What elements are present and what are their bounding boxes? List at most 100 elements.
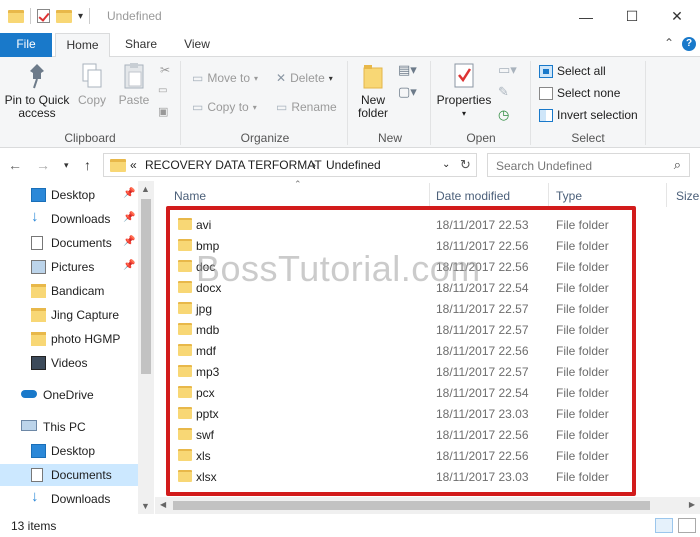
move-to-label: Move to xyxy=(207,71,251,85)
collapse-ribbon-icon[interactable]: ⌃ xyxy=(664,36,674,50)
delete-label: Delete xyxy=(290,71,325,85)
paste-shortcut-icon[interactable]: ▣ xyxy=(158,105,168,118)
scrollbar-thumb[interactable] xyxy=(141,199,151,374)
nav-item-documents-pc[interactable]: Documents xyxy=(0,464,140,486)
history-icon[interactable]: ◷ xyxy=(498,107,509,123)
nav-item-documents-quick[interactable]: Documents 📌 xyxy=(0,232,140,254)
column-size[interactable]: Size xyxy=(676,189,699,203)
cut-icon[interactable]: ✂ xyxy=(160,63,170,77)
back-icon[interactable]: ← xyxy=(8,157,22,173)
rename-button[interactable]: ▭ Rename xyxy=(276,100,337,114)
customize-toolbar-icon[interactable]: ▾ xyxy=(78,11,83,22)
close-button[interactable]: ✕ xyxy=(654,0,700,33)
column-type[interactable]: Type xyxy=(556,189,582,203)
delete-button[interactable]: ✕ Delete ▾ xyxy=(276,71,333,85)
nav-scrollbar[interactable]: ▲ ▼ xyxy=(138,181,154,516)
open-icon[interactable]: ▭▾ xyxy=(498,62,517,78)
scroll-right-icon[interactable]: ▶ xyxy=(689,500,695,509)
folder-icon xyxy=(31,284,46,298)
copy-to-button[interactable]: ▭ Copy to ▾ xyxy=(192,100,257,114)
group-label-new: New xyxy=(377,131,402,145)
title-bar: ▾ Undefined — ☐ ✕ xyxy=(0,0,700,33)
pictures-icon xyxy=(31,260,46,274)
edit-icon[interactable]: ✎ xyxy=(498,84,509,100)
forward-icon[interactable]: → xyxy=(36,157,50,173)
select-all-label: Select all xyxy=(557,64,606,78)
nav-item-downloads-quick[interactable]: ↓ Downloads 📌 xyxy=(0,208,140,230)
search-placeholder: Search Undefined xyxy=(496,159,593,173)
move-to-icon: ▭ xyxy=(192,71,204,85)
nav-item-videos[interactable]: Videos xyxy=(0,352,140,374)
select-all-button[interactable]: Select all xyxy=(539,64,606,78)
nav-item-jing-capture[interactable]: Jing Capture xyxy=(0,304,140,326)
group-label-clipboard: Clipboard xyxy=(64,131,116,145)
nav-label: OneDrive xyxy=(43,388,94,402)
recent-locations-icon[interactable]: ▾ xyxy=(64,160,69,171)
nav-item-onedrive[interactable]: OneDrive xyxy=(0,384,140,406)
nav-label: Documents xyxy=(51,236,112,250)
chevron-down-icon: ▾ xyxy=(461,109,466,118)
details-view-icon[interactable] xyxy=(655,518,673,533)
navigation-pane: Desktop 📌 ↓ Downloads 📌 Documents 📌 Pict… xyxy=(0,181,154,516)
nav-item-this-pc[interactable]: This PC xyxy=(0,416,140,438)
scroll-down-icon[interactable]: ▼ xyxy=(141,501,150,511)
tab-home[interactable]: Home xyxy=(55,33,110,58)
minimize-button[interactable]: — xyxy=(563,0,609,33)
search-input[interactable]: Search Undefined ⌕ xyxy=(487,153,690,177)
breadcrumb-recovery[interactable]: RECOVERY DATA TERFORMAT xyxy=(145,158,322,172)
maximize-button[interactable]: ☐ xyxy=(609,0,655,33)
select-none-button[interactable]: Select none xyxy=(539,86,620,100)
move-to-button[interactable]: ▭ Move to ▾ xyxy=(192,71,258,85)
pin-icon[interactable]: 📌 xyxy=(123,260,135,271)
scroll-left-icon[interactable]: ◀ xyxy=(160,500,166,509)
large-icons-view-icon[interactable] xyxy=(678,518,696,533)
copy-button[interactable]: Copy xyxy=(73,61,111,107)
refresh-icon[interactable]: ↻ xyxy=(460,157,471,173)
nav-item-desktop-pc[interactable]: Desktop xyxy=(0,440,140,462)
watermark: BossTutorial.com xyxy=(196,248,481,289)
nav-item-bandicam[interactable]: Bandicam xyxy=(0,280,140,302)
scrollbar-thumb[interactable] xyxy=(173,501,650,510)
divider xyxy=(30,8,31,24)
folder-icon xyxy=(110,159,126,172)
easy-access-icon[interactable]: ▢▾ xyxy=(398,84,417,100)
address-bar[interactable]: « RECOVERY DATA TERFORMAT › Undefined ⌄ … xyxy=(103,153,477,177)
pin-icon[interactable]: 📌 xyxy=(123,188,135,199)
breadcrumb-undefined[interactable]: Undefined xyxy=(326,158,381,172)
nav-item-downloads-pc[interactable]: ↓ Downloads xyxy=(0,488,140,510)
horizontal-scrollbar[interactable]: ◀ ▶ xyxy=(155,497,700,514)
invert-selection-label: Invert selection xyxy=(557,108,638,122)
new-folder-button[interactable]: New folder xyxy=(352,61,394,120)
pin-icon[interactable]: 📌 xyxy=(123,212,135,223)
tab-file[interactable]: File xyxy=(0,33,52,57)
tab-share[interactable]: Share xyxy=(116,33,166,57)
copy-to-label: Copy to xyxy=(207,100,249,114)
address-dropdown-icon[interactable]: ⌄ xyxy=(442,159,450,170)
pin-to-quick-access-button[interactable]: Pin to Quick access xyxy=(4,61,70,120)
new-item-icon[interactable]: ▤▾ xyxy=(398,62,417,78)
properties-icon[interactable] xyxy=(37,9,50,23)
nav-label: Desktop xyxy=(51,444,96,458)
column-date-modified[interactable]: Date modified xyxy=(436,189,510,203)
column-name[interactable]: Name xyxy=(174,189,206,203)
nav-item-photo-hgmp[interactable]: photo HGMP xyxy=(0,328,140,350)
properties-button[interactable]: Properties ▾ xyxy=(435,61,493,120)
up-icon[interactable]: ↑ xyxy=(84,157,91,173)
new-folder-icon[interactable] xyxy=(56,9,72,23)
scroll-up-icon[interactable]: ▲ xyxy=(141,184,150,194)
breadcrumb-overflow[interactable]: « xyxy=(130,158,137,172)
nav-item-desktop-quick[interactable]: Desktop 📌 xyxy=(0,184,140,206)
breadcrumb-separator[interactable]: › xyxy=(312,158,316,172)
nav-item-pictures-quick[interactable]: Pictures 📌 xyxy=(0,256,140,278)
chevron-down-icon: ▾ xyxy=(254,73,259,83)
invert-selection-button[interactable]: Invert selection xyxy=(539,108,638,122)
nav-label: Pictures xyxy=(51,260,95,274)
help-icon[interactable]: ? xyxy=(682,37,696,51)
pin-icon[interactable]: 📌 xyxy=(123,236,135,247)
tab-view[interactable]: View xyxy=(174,33,220,57)
delete-icon: ✕ xyxy=(276,71,287,85)
paste-button[interactable]: Paste xyxy=(114,61,154,107)
select-all-icon xyxy=(539,64,553,78)
divider xyxy=(180,61,181,145)
copy-path-icon[interactable]: ▭ xyxy=(158,85,167,96)
